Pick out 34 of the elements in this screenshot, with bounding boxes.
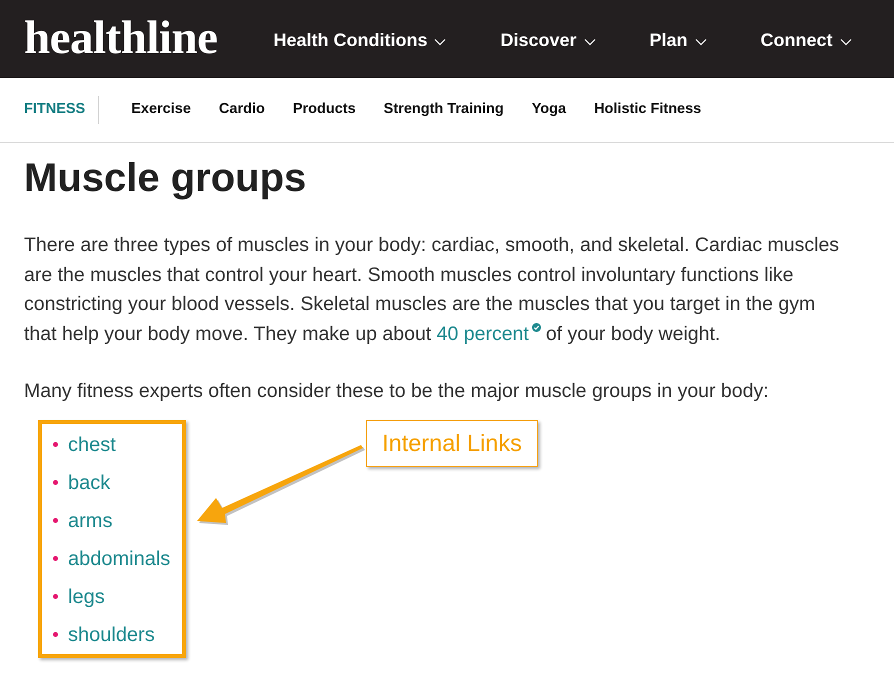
section-link[interactable]: FITNESS — [24, 99, 86, 121]
bullet-icon — [53, 594, 58, 599]
bullet-icon — [53, 518, 58, 523]
subnav-link[interactable]: Yoga — [532, 99, 566, 121]
bullet-icon — [53, 480, 58, 485]
bullet-icon — [53, 556, 58, 561]
subnav-link[interactable]: Holistic Fitness — [594, 99, 702, 121]
muscle-group-link[interactable]: back — [68, 468, 110, 498]
chevron-down-icon — [434, 38, 446, 46]
chevron-down-icon — [694, 38, 707, 46]
muscle-group-link[interactable]: chest — [68, 430, 116, 460]
source-link[interactable]: 40 percent — [436, 322, 529, 344]
subnav-link[interactable]: Cardio — [218, 99, 265, 121]
nav-menu-button[interactable]: Discover — [500, 27, 596, 54]
muscle-group-link[interactable]: legs — [68, 582, 105, 612]
site-logo[interactable]: healthline — [24, 14, 218, 62]
bullet-icon — [53, 632, 58, 637]
chevron-down-icon — [584, 38, 596, 46]
check-badge-icon — [532, 323, 541, 332]
callout-label: Internal Links — [366, 420, 538, 467]
article-paragraph: Many fitness experts often consider these to be the major muscle groups in your body: — [24, 379, 770, 404]
muscle-group-link[interactable]: shoulders — [68, 620, 155, 650]
subnav-link[interactable]: Exercise — [131, 99, 191, 121]
muscle-group-link[interactable]: abdominals — [68, 544, 170, 574]
muscle-group-link[interactable]: arms — [68, 506, 112, 536]
bullet-icon — [53, 442, 58, 447]
subnav-link[interactable]: Products — [292, 99, 356, 121]
nav-menu-button[interactable]: Health Conditions — [273, 27, 446, 54]
nav-menu-button[interactable]: Connect — [760, 27, 852, 54]
article-paragraph: There are three types of muscles in your body: cardiac, smooth, and skeletal. Cardiac muscles are the muscles that control your heart. Smooth muscles control involuntary functions like constricting your blood vessels. Skeletal muscles are the muscles that you target in the gym that help your body move. They make up about 40 percent of your body weight. — [24, 233, 840, 346]
article-heading: Muscle groups — [24, 155, 308, 202]
nav-menu-button[interactable]: Plan — [650, 27, 707, 54]
subnav-link[interactable]: Strength Training — [384, 99, 504, 121]
chevron-down-icon — [840, 38, 852, 46]
